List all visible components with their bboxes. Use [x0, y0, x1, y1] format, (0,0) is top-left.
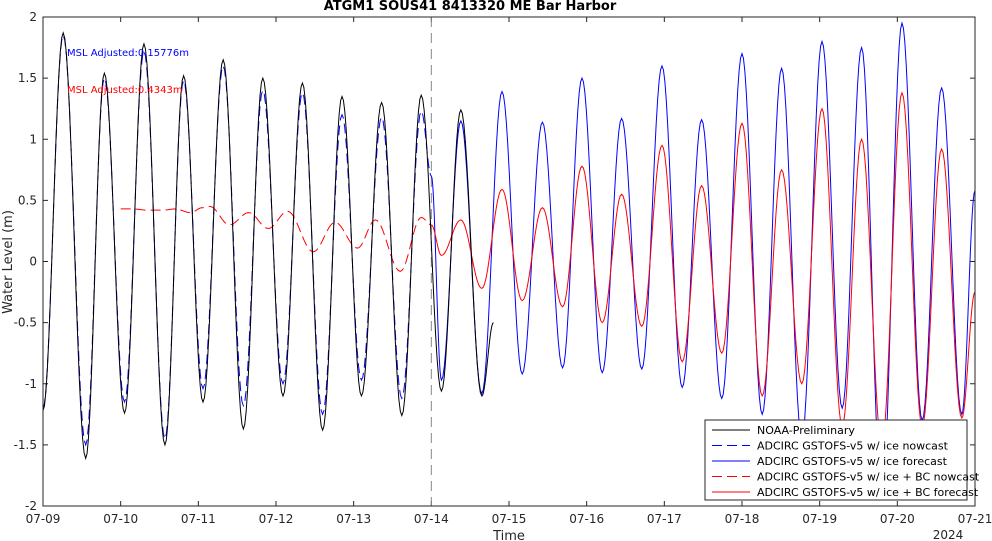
series-line-0 [42, 31, 494, 461]
x-tick-label: 07-09 [26, 512, 61, 526]
y-tick-label: -0.5 [14, 316, 37, 330]
x-tick-label: 07-13 [336, 512, 371, 526]
legend-label-3: ADCIRC GSTOFS-v5 w/ ice + BC nowcast [757, 471, 980, 484]
x-tick-label: 07-19 [802, 512, 837, 526]
series-line-3 [120, 205, 432, 272]
y-tick-label: -1 [25, 377, 37, 391]
y-tick-label: 2 [29, 10, 37, 24]
x-tick-label: 07-16 [569, 512, 604, 526]
annotation-msl-red: MSL Adjusted:0.4343m [67, 85, 183, 96]
x-tick-label: 07-20 [880, 512, 915, 526]
legend-label-1: ADCIRC GSTOFS-v5 w/ ice nowcast [757, 440, 949, 453]
x-tick-label: 07-12 [259, 512, 294, 526]
x-tick-label: 07-21 [958, 512, 992, 526]
series-line-4 [431, 91, 976, 447]
x-tick-label: 07-11 [181, 512, 216, 526]
legend: NOAA-Preliminary ADCIRC GSTOFS-v5 w/ ice … [704, 419, 980, 501]
legend-label-2: ADCIRC GSTOFS-v5 w/ ice forecast [757, 455, 948, 468]
x-tick-label: 07-15 [492, 512, 527, 526]
water-level-chart: ATGM1 SOUS41 8413320 ME Bar Harbor -2 -1.… [1, 0, 992, 541]
x-tick-label: 07-14 [414, 512, 449, 526]
chart-title: ATGM1 SOUS41 8413320 ME Bar Harbor [324, 0, 617, 14]
y-tick-label: 1.5 [18, 71, 37, 85]
x-axis-year-label: 2024 [933, 528, 964, 541]
x-tick-label: 07-18 [725, 512, 760, 526]
y-tick-label: 1 [29, 132, 37, 146]
y-tick-label: 0 [29, 255, 37, 269]
x-tick-label: 07-17 [647, 512, 682, 526]
annotation-msl-blue: MSL Adjusted:0.15776m [67, 48, 189, 59]
legend-label-4: ADCIRC GSTOFS-v5 w/ ice + BC forecast [757, 486, 979, 499]
x-tick-label: 07-10 [103, 512, 138, 526]
y-tick-label: -2 [25, 499, 37, 513]
y-axis-title: Water Level (m) [1, 210, 16, 314]
x-axis-title: Time [492, 529, 525, 541]
y-tick-label: -1.5 [14, 438, 37, 452]
legend-label-0: NOAA-Preliminary [757, 424, 855, 437]
y-tick-label: 0.5 [18, 193, 37, 207]
